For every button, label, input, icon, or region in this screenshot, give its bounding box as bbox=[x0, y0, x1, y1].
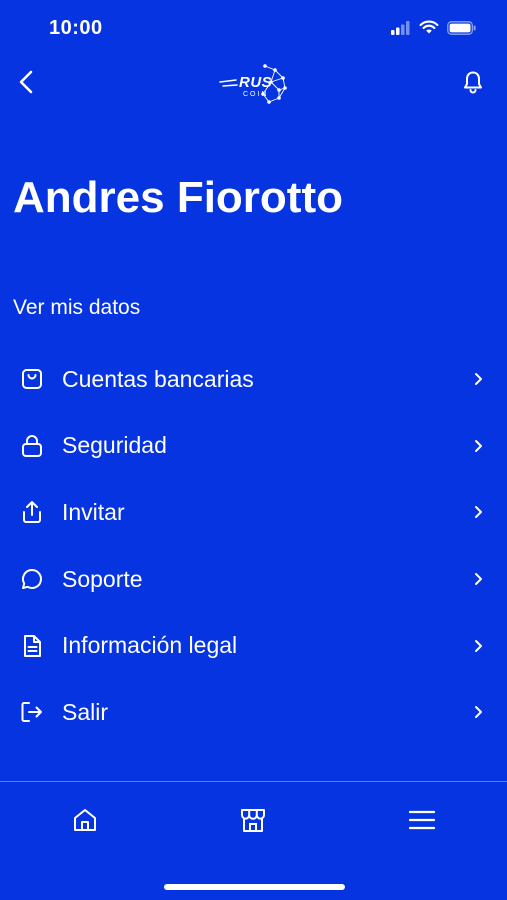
tab-bar bbox=[0, 790, 507, 860]
chevron-right-icon bbox=[471, 705, 485, 719]
chevron-right-icon bbox=[471, 572, 485, 586]
back-button[interactable] bbox=[8, 66, 44, 102]
notifications-button[interactable] bbox=[455, 66, 491, 102]
tab-menu[interactable] bbox=[400, 800, 444, 844]
chevron-right-icon bbox=[471, 639, 485, 653]
view-my-data-link[interactable]: Ver mis datos bbox=[13, 296, 140, 320]
store-icon bbox=[239, 806, 267, 839]
bag-icon bbox=[19, 366, 45, 392]
menu-item-label: Información legal bbox=[62, 632, 238, 659]
menu-item-seguridad[interactable]: Seguridad bbox=[0, 413, 507, 480]
chat-bubble-icon bbox=[19, 566, 45, 592]
bell-icon bbox=[463, 70, 483, 99]
menu-item-invitar[interactable]: Invitar bbox=[0, 479, 507, 546]
menu-item-label: Salir bbox=[62, 698, 109, 725]
chevron-right-icon bbox=[471, 505, 485, 519]
status-time: 10:00 bbox=[49, 17, 103, 39]
menu-item-label: Cuentas bancarias bbox=[62, 365, 254, 392]
menu-item-informacion-legal[interactable]: Información legal bbox=[0, 612, 507, 679]
tab-store[interactable] bbox=[231, 800, 275, 844]
settings-menu: Cuentas bancarias Seguridad Invitar Sopo… bbox=[0, 346, 507, 746]
lock-icon bbox=[19, 433, 45, 459]
battery-icon bbox=[447, 20, 477, 40]
document-icon bbox=[19, 633, 45, 659]
nav-bar: RUS COIN bbox=[0, 56, 507, 112]
menu-item-cuentas-bancarias[interactable]: Cuentas bancarias bbox=[0, 346, 507, 413]
menu-item-label: Soporte bbox=[62, 565, 143, 592]
menu-item-salir[interactable]: Salir bbox=[0, 679, 507, 746]
tab-bar-divider bbox=[0, 781, 507, 782]
cellular-signal-icon bbox=[391, 20, 411, 40]
share-icon bbox=[19, 499, 45, 525]
logout-icon bbox=[19, 699, 45, 725]
tab-home[interactable] bbox=[63, 800, 107, 844]
logo-subtext: COIN bbox=[243, 91, 269, 98]
status-icons bbox=[391, 20, 477, 40]
chevron-right-icon bbox=[471, 372, 485, 386]
rus-coin-logo: RUS COIN bbox=[217, 60, 293, 106]
menu-item-soporte[interactable]: Soporte bbox=[0, 546, 507, 613]
home-icon bbox=[72, 807, 98, 838]
home-indicator bbox=[164, 884, 345, 890]
wifi-icon bbox=[419, 20, 439, 40]
hamburger-menu-icon bbox=[408, 810, 436, 835]
menu-item-label: Invitar bbox=[62, 498, 125, 525]
logo-text: RUS bbox=[239, 74, 273, 91]
status-bar: 10:00 bbox=[0, 0, 507, 56]
user-name: Andres Fiorotto bbox=[13, 173, 343, 222]
menu-item-label: Seguridad bbox=[62, 432, 167, 459]
chevron-right-icon bbox=[471, 439, 485, 453]
chevron-left-icon bbox=[19, 70, 33, 99]
